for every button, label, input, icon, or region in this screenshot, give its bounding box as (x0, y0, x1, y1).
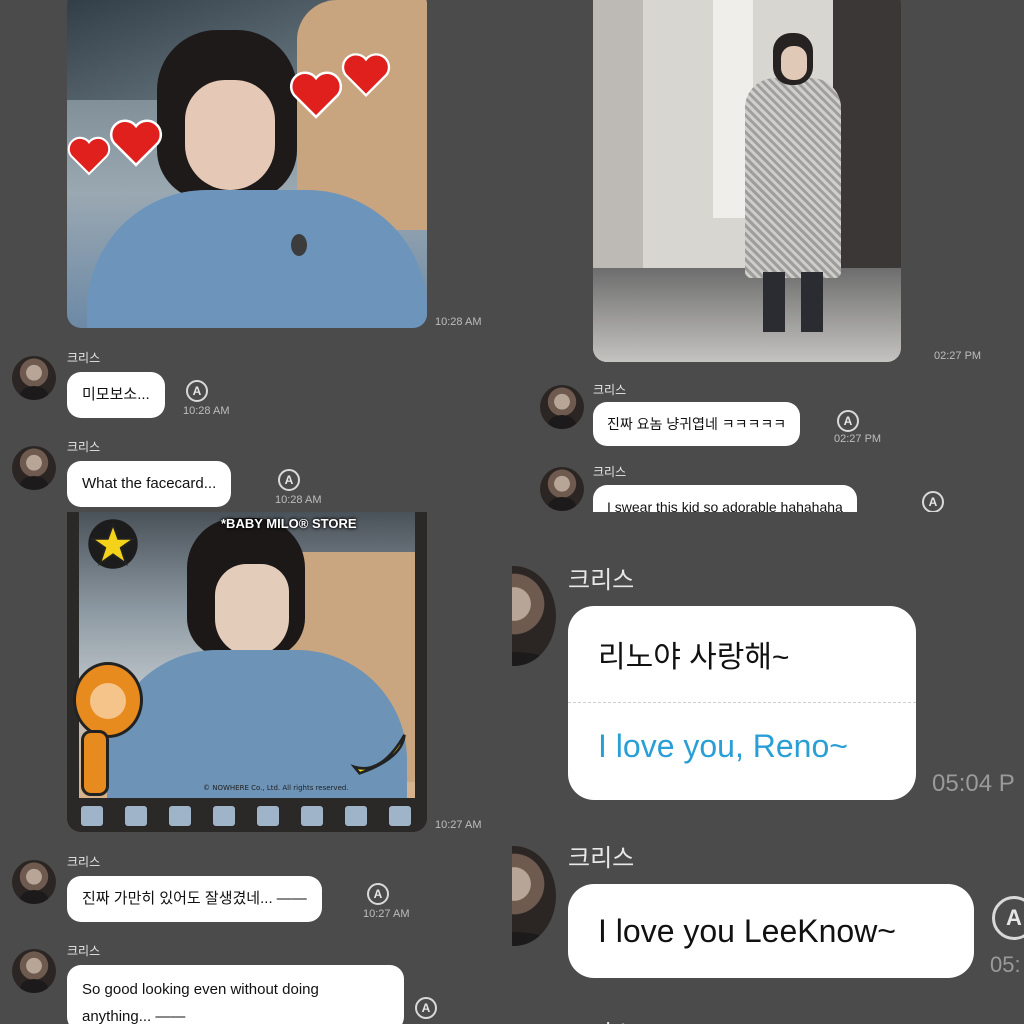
translate-icon[interactable]: A (837, 410, 859, 432)
message-timestamp: 10:27 AM (363, 908, 410, 920)
message-timestamp: 10:28 AM (275, 494, 322, 506)
message-bubble[interactable]: I swear this kid so adorable hahahaha (593, 485, 857, 512)
avatar[interactable] (540, 467, 584, 511)
chat-panel-top-left: 10:28 AM 크리스 미모보소... A 10:28 AM 크리스 What… (0, 0, 512, 512)
sender-name: 크리스 (568, 844, 635, 872)
translate-icon[interactable]: A (367, 883, 389, 905)
message-timestamp: 02:27 PM (834, 433, 882, 445)
message-bubble[interactable]: What the facecard... (67, 461, 232, 507)
sender-name: 크리스 (67, 351, 101, 365)
avatar[interactable] (12, 860, 56, 904)
translate-icon[interactable]: A (415, 997, 437, 1019)
avatar[interactable] (512, 566, 556, 666)
heart-icon (341, 53, 391, 97)
message-line: anything... —— (82, 1008, 186, 1024)
sticker-label: *BABY MILO® STORE (221, 516, 357, 531)
photo-timestamp: 02:27 PM (934, 350, 982, 362)
translate-icon[interactable]: A (992, 896, 1024, 940)
message-bubble[interactable]: 진짜 가만히 있어도 잘생겼네... —— (67, 876, 322, 922)
heart-icon (67, 136, 111, 176)
message-timestamp: 10:28 AM (183, 405, 230, 417)
message-bubble[interactable]: So good looking even without doing anyth… (67, 965, 404, 1024)
message-timestamp: 05:04 P (932, 770, 1015, 797)
chat-panel-top-right: 02:27 PM 크리스 진짜 요놈 냥귀엽네 ㅋㅋㅋㅋㅋ A 02:27 PM… (512, 0, 1024, 512)
sender-name: 크리스 (568, 1014, 634, 1024)
translated-text: I love you, Reno~ (598, 728, 848, 764)
photo-timestamp: 10:27 AM (435, 819, 482, 831)
translated-message-bubble[interactable]: 리노야 사랑해~ I love you, Reno~ (568, 606, 916, 800)
message-bubble[interactable]: 미모보소... (67, 372, 165, 418)
chat-panel-bottom-right: 크리스 리노야 사랑해~ I love you, Reno~ 05:04 P 크… (512, 512, 1024, 1024)
sender-name: 크리스 (593, 465, 627, 479)
message-timestamp: 05: (990, 952, 1021, 977)
avatar[interactable] (540, 385, 584, 429)
message-bubble[interactable]: 진짜 요놈 냥귀엽네 ㅋㅋㅋㅋㅋ (593, 402, 801, 446)
translate-icon[interactable]: A (186, 380, 208, 402)
avatar[interactable] (12, 446, 56, 490)
avatar[interactable] (12, 356, 56, 400)
original-text: 리노야 사랑해~ (598, 641, 790, 674)
sender-name: 크리스 (67, 944, 101, 958)
film-strip (67, 798, 427, 832)
avatar[interactable] (12, 949, 56, 993)
sender-name: 크리스 (568, 566, 635, 594)
photo-message[interactable] (67, 0, 427, 328)
photo-message[interactable]: *BABY MILO® STORE © NOWHERE Co., Ltd. Al… (67, 512, 427, 832)
banana-icon (350, 734, 406, 775)
copyright-text: © NOWHERE Co., Ltd. All rights reserved. (203, 784, 349, 792)
star-icon (88, 519, 138, 569)
sender-name: 크리스 (67, 855, 101, 869)
message-line: So good looking even without doing (82, 981, 319, 998)
translate-icon[interactable]: A (278, 469, 300, 491)
sender-name: 크리스 (67, 440, 101, 454)
translate-icon[interactable]: A (922, 491, 944, 512)
milo-sticker (73, 662, 143, 738)
avatar[interactable] (512, 846, 556, 946)
heart-icon (289, 71, 343, 119)
photo-timestamp: 10:28 AM (435, 316, 482, 328)
translation-divider (568, 702, 916, 703)
heart-icon (109, 119, 163, 167)
message-bubble[interactable]: I love you LeeKnow~ (568, 884, 974, 978)
sender-name: 크리스 (593, 383, 627, 397)
photo-message[interactable] (593, 0, 901, 362)
chat-panel-bottom-left: *BABY MILO® STORE © NOWHERE Co., Ltd. Al… (0, 512, 512, 1024)
